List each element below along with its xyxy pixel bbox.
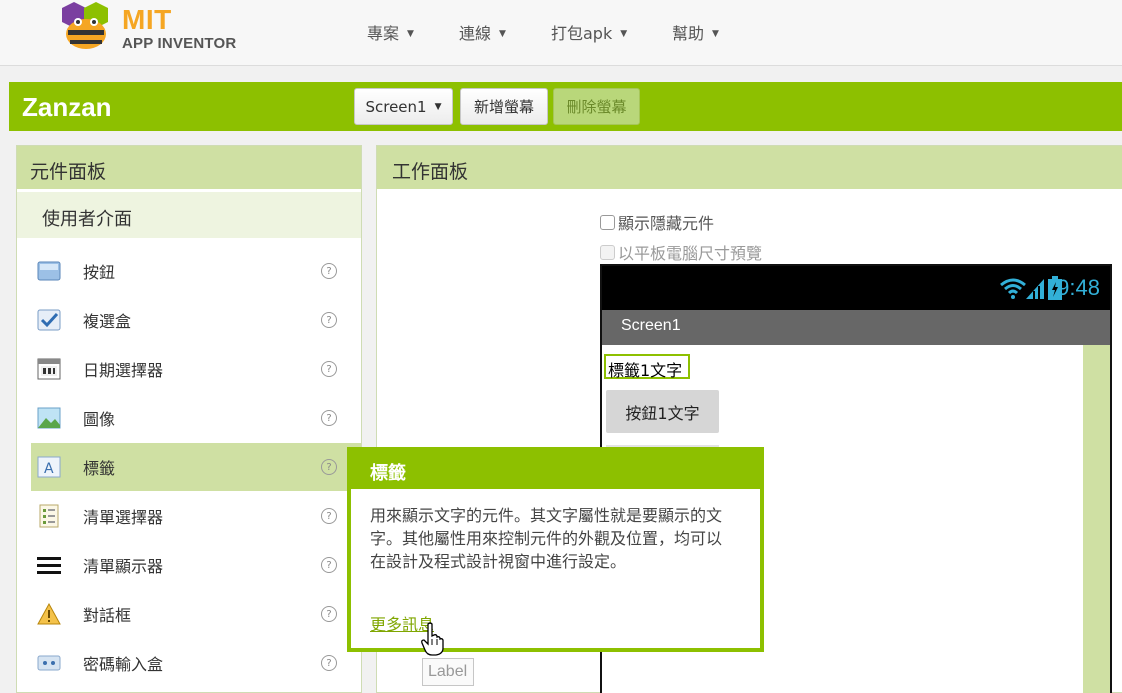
checkbox-box[interactable] xyxy=(600,244,615,260)
palette-item-label: 對話框 xyxy=(83,606,132,625)
help-icon[interactable]: ? xyxy=(321,655,337,671)
tablet-preview-checkbox[interactable]: 以平板電腦尺寸預覽 xyxy=(600,240,762,264)
palette-item-passwordtextbox[interactable]: 密碼輸入盒 ? xyxy=(31,639,361,687)
button-icon xyxy=(36,259,62,283)
palette-category-user-interface[interactable]: 使用者介面 xyxy=(17,192,361,238)
svg-text:A: A xyxy=(44,461,54,477)
palette-item-listview[interactable]: 清單顯示器 ? xyxy=(31,541,361,589)
palette-item-listpicker[interactable]: 清單選擇器 ? xyxy=(31,492,361,540)
menu-label: 打包apk xyxy=(551,24,613,43)
remove-screen-label: 刪除螢幕 xyxy=(566,98,627,116)
menu-label: 幫助 xyxy=(672,24,705,43)
palette-title: 元件面板 xyxy=(17,146,361,189)
listview-icon xyxy=(36,553,62,577)
phone-scrollbar[interactable] xyxy=(1083,345,1110,693)
palette-item-button[interactable]: 按鈕 ? xyxy=(31,247,361,295)
checkbox-box[interactable] xyxy=(600,214,615,230)
phone-status-bar: 9:48 xyxy=(602,266,1110,310)
caret-down-icon: ▼ xyxy=(712,29,719,39)
show-hidden-components-checkbox[interactable]: 顯示隱藏元件 xyxy=(600,210,714,234)
project-name: Zanzan xyxy=(22,92,112,122)
remove-screen-button[interactable]: 刪除螢幕 xyxy=(553,88,640,125)
phone-clock: 9:48 xyxy=(1057,275,1100,300)
signal-icon xyxy=(1026,279,1044,299)
caret-down-icon: ▼ xyxy=(499,29,506,39)
add-screen-button[interactable]: 新增螢幕 xyxy=(460,88,548,125)
add-screen-label: 新增螢幕 xyxy=(473,98,534,116)
help-icon[interactable]: ? xyxy=(321,410,337,426)
palette-item-label: 密碼輸入盒 xyxy=(83,655,164,674)
project-toolbar: Zanzan Screen1 ▼ 新增螢幕 刪除螢幕 xyxy=(9,82,1122,131)
menu-projects[interactable]: 專案 ▼ xyxy=(367,20,414,44)
listpicker-icon xyxy=(36,504,62,528)
label-icon: A xyxy=(36,455,62,479)
screen-select-dropdown[interactable]: Screen1 ▼ xyxy=(354,88,453,125)
show-hidden-label: 顯示隱藏元件 xyxy=(618,214,715,233)
wifi-icon xyxy=(1000,278,1026,299)
menu-help[interactable]: 幫助 ▼ xyxy=(672,20,719,44)
palette-panel: 元件面板 使用者介面 按鈕 ? 複選盒 ? 日期選擇器 ? 圖像 ? A 標籤 … xyxy=(16,145,362,693)
screen-title-bar: Screen1 xyxy=(602,310,1110,345)
palette-item-label: 圖像 xyxy=(83,410,116,429)
datepicker-icon xyxy=(36,357,62,381)
passwordtextbox-icon xyxy=(36,651,62,675)
viewer-title: 工作面板 xyxy=(377,146,1122,189)
help-icon[interactable]: ? xyxy=(321,606,337,622)
popup-title: 標籤 xyxy=(351,451,760,489)
palette-item-notifier[interactable]: 對話框 ? xyxy=(31,590,361,638)
notifier-icon xyxy=(36,602,62,626)
hover-tooltip-label: Label xyxy=(422,658,475,686)
button1-component[interactable]: 按鈕1文字 xyxy=(606,390,719,433)
help-icon[interactable]: ? xyxy=(321,508,337,524)
help-icon[interactable]: ? xyxy=(321,361,337,377)
palette-item-label: 複選盒 xyxy=(83,312,132,331)
screen-select-value: Screen1 xyxy=(365,97,427,116)
tablet-preview-label: 以平板電腦尺寸預覽 xyxy=(618,244,763,263)
palette-item-label: 清單選擇器 xyxy=(83,508,164,527)
menu-label: 專案 xyxy=(367,24,400,43)
top-navbar: MIT APP INVENTOR 專案 ▼ 連線 ▼ 打包apk ▼ 幫助 ▼ xyxy=(0,0,1122,66)
palette-item-datepicker[interactable]: 日期選擇器 ? xyxy=(31,345,361,393)
help-icon[interactable]: ? xyxy=(321,263,337,279)
palette-item-image[interactable]: 圖像 ? xyxy=(31,394,361,442)
palette-item-label: 標籤 xyxy=(83,459,116,478)
palette-item-checkbox[interactable]: 複選盒 ? xyxy=(31,296,361,344)
component-info-popup: 標籤 用來顯示文字的元件。其文字屬性就是要顯示的文字。其他屬性用來控制元件的外觀… xyxy=(347,447,764,652)
palette-item-label: 按鈕 xyxy=(83,263,116,282)
logo-bee-icon xyxy=(62,2,108,49)
palette-item-label: 清單顯示器 xyxy=(83,557,164,576)
hand-pointer-icon xyxy=(421,622,444,656)
menu-connect[interactable]: 連線 ▼ xyxy=(459,20,506,44)
help-icon[interactable]: ? xyxy=(321,459,337,475)
help-icon[interactable]: ? xyxy=(321,557,337,573)
palette-item-label[interactable]: A 標籤 ? xyxy=(31,443,361,491)
logo-title: MIT xyxy=(122,4,172,35)
caret-down-icon: ▼ xyxy=(407,29,414,39)
help-icon[interactable]: ? xyxy=(321,312,337,328)
caret-down-icon: ▼ xyxy=(620,29,628,39)
app-inventor-logo[interactable]: MIT APP INVENTOR xyxy=(52,0,252,56)
menu-build[interactable]: 打包apk ▼ xyxy=(551,20,627,44)
label1-component[interactable]: 標籤1文字 xyxy=(604,354,691,380)
palette-item-label: 日期選擇器 xyxy=(83,361,164,380)
caret-down-icon: ▼ xyxy=(434,101,442,112)
checkbox-icon xyxy=(36,308,62,332)
image-icon xyxy=(36,406,62,430)
logo-subtitle: APP INVENTOR xyxy=(122,35,237,52)
menu-label: 連線 xyxy=(459,24,492,43)
popup-description: 用來顯示文字的元件。其文字屬性就是要顯示的文字。其他屬性用來控制元件的外觀及位置… xyxy=(370,506,723,571)
